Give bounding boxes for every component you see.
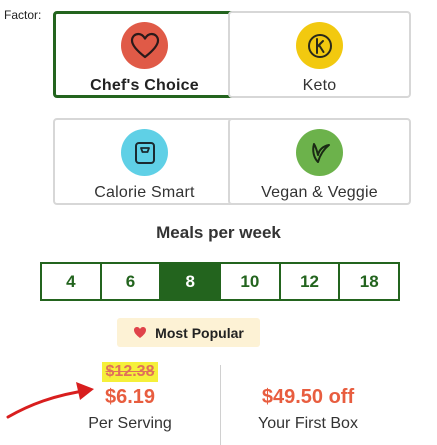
keto-k-icon [296,22,343,69]
meal-option-4[interactable]: 4 [42,264,100,299]
plan-label: Keto [302,77,337,94]
plan-label: Vegan & Veggie [261,184,378,201]
heart-icon [121,22,168,69]
old-price: $12.38 [105,363,155,380]
per-serving-label: Per Serving [88,415,172,432]
meals-per-week-title: Meals per week [156,223,281,242]
scale-icon [121,129,168,176]
meal-option-6[interactable]: 6 [99,264,160,299]
plan-card-vegan-veggie[interactable]: Vegan & Veggie [228,118,411,205]
price-divider [220,365,221,445]
meal-option-8[interactable]: 8 [159,264,220,299]
most-popular-badge: Most Popular [117,318,260,347]
old-price-highlight: $12.38 [101,362,159,382]
meal-option-12[interactable]: 12 [278,264,339,299]
meal-option-10[interactable]: 10 [219,264,279,299]
plan-label: Calorie Smart [94,184,195,201]
current-price: $6.19 [104,386,156,408]
leaf-icon [296,129,343,176]
brand-label: Factor: [4,8,42,22]
meal-option-18[interactable]: 18 [338,264,398,299]
first-box-label: Your First Box [258,415,358,432]
meals-selector: 4 6 8 10 12 18 [40,262,400,301]
plan-card-chefs-choice[interactable]: Chef's Choice [53,11,236,98]
per-serving-price: $12.38 $6.19 Per Serving [60,362,200,433]
plan-card-calorie-smart[interactable]: Calorie Smart [53,118,236,205]
first-box-discount: $49.50 off Your First Box [228,386,388,433]
heart-icon [133,326,147,339]
discount-amount: $49.50 off [261,386,355,408]
most-popular-label: Most Popular [155,324,244,341]
plan-label: Chef's Choice [90,77,199,94]
plan-card-keto[interactable]: Keto [228,11,411,98]
